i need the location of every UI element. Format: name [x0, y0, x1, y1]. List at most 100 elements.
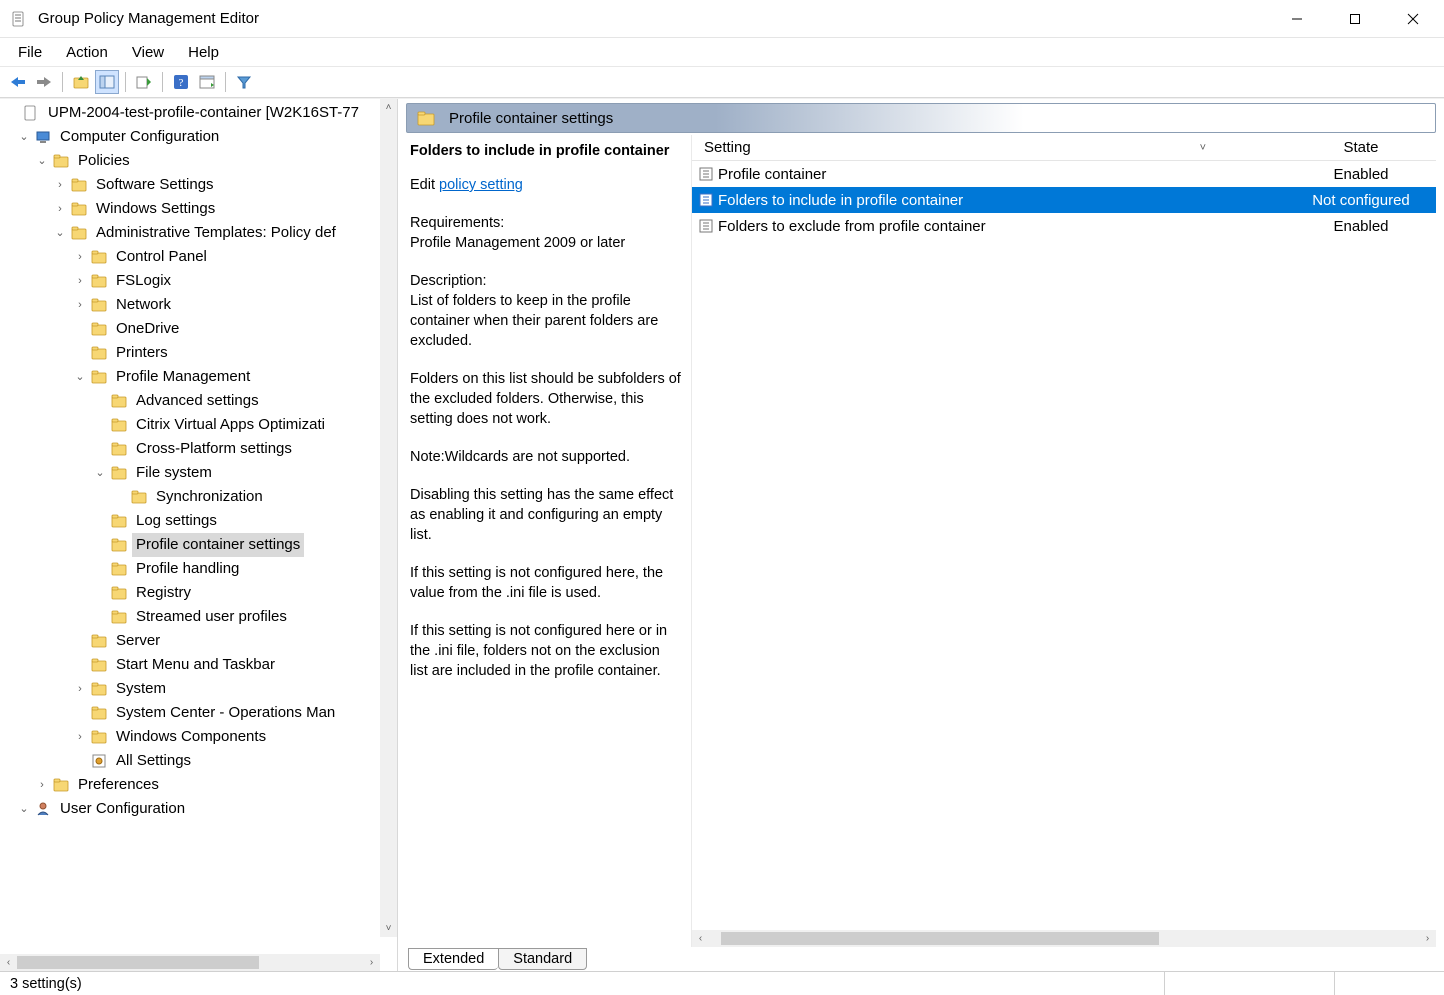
- tree-item-registry[interactable]: Registry: [4, 581, 397, 605]
- scroll-left-icon[interactable]: ‹: [692, 930, 709, 947]
- show-hide-tree-button[interactable]: [95, 70, 119, 94]
- tree-item-synchronization[interactable]: Synchronization: [4, 485, 397, 509]
- tree-label: Preferences: [74, 773, 163, 797]
- scroll-right-icon[interactable]: ›: [1419, 930, 1436, 947]
- export-list-button[interactable]: [132, 70, 156, 94]
- scroll-left-icon[interactable]: ‹: [0, 954, 17, 971]
- collapse-icon[interactable]: ⌄: [16, 125, 32, 149]
- expand-icon[interactable]: ›: [72, 725, 88, 749]
- tree-item-network[interactable]: › Network: [4, 293, 397, 317]
- tree-item-profile-handling[interactable]: Profile handling: [4, 557, 397, 581]
- collapse-icon[interactable]: ⌄: [92, 461, 108, 485]
- collapse-icon[interactable]: ⌄: [52, 221, 68, 245]
- collapse-icon[interactable]: ⌄: [72, 365, 88, 389]
- description-p1: List of folders to keep in the profile c…: [410, 293, 658, 349]
- tree-item-software-settings[interactable]: › Software Settings: [4, 173, 397, 197]
- back-button[interactable]: [6, 70, 30, 94]
- expand-icon[interactable]: ›: [72, 677, 88, 701]
- forward-button[interactable]: [32, 70, 56, 94]
- edit-policy-setting-link[interactable]: policy setting: [439, 177, 523, 193]
- refresh-panel-button[interactable]: [195, 70, 219, 94]
- tree-label: Profile container settings: [132, 533, 304, 557]
- scroll-right-icon[interactable]: ›: [363, 954, 380, 971]
- maximize-button[interactable]: [1326, 0, 1384, 38]
- tree-item-server[interactable]: Server: [4, 629, 397, 653]
- policy-item-icon: [696, 218, 716, 234]
- expand-icon[interactable]: ›: [52, 197, 68, 221]
- menu-view[interactable]: View: [122, 41, 174, 64]
- tree-horizontal-scrollbar[interactable]: ‹ ›: [0, 954, 380, 971]
- tab-standard[interactable]: Standard: [498, 948, 587, 970]
- tree-label: Start Menu and Taskbar: [112, 653, 279, 677]
- description-p2: Folders on this list should be subfolder…: [410, 369, 681, 429]
- tree-label: User Configuration: [56, 797, 189, 821]
- tree-item-start-menu[interactable]: Start Menu and Taskbar: [4, 653, 397, 677]
- folder-icon: [90, 344, 108, 362]
- expand-icon[interactable]: ›: [52, 173, 68, 197]
- expand-icon[interactable]: ›: [72, 293, 88, 317]
- collapse-icon[interactable]: ⌄: [16, 797, 32, 821]
- description-p4: Disabling this setting has the same effe…: [410, 485, 681, 545]
- tree-label: Advanced settings: [132, 389, 263, 413]
- settings-row[interactable]: Folders to include in profile container …: [692, 187, 1436, 213]
- tree-item-advanced[interactable]: Advanced settings: [4, 389, 397, 413]
- tree-item-windows-settings[interactable]: › Windows Settings: [4, 197, 397, 221]
- column-header-setting[interactable]: Setting ˅: [692, 139, 1286, 156]
- settings-row[interactable]: Folders to exclude from profile containe…: [692, 213, 1436, 239]
- tree-item-control-panel[interactable]: › Control Panel: [4, 245, 397, 269]
- tree-item-profile-management[interactable]: ⌄ Profile Management: [4, 365, 397, 389]
- tree-label: Control Panel: [112, 245, 211, 269]
- scroll-track[interactable]: [709, 930, 1419, 947]
- tree-item-computer-config[interactable]: ⌄ Computer Configuration: [4, 125, 397, 149]
- policy-tree[interactable]: UPM-2004-test-profile-container [W2K16ST…: [0, 99, 397, 823]
- tree-item-citrix-opt[interactable]: Citrix Virtual Apps Optimizati: [4, 413, 397, 437]
- menu-file[interactable]: File: [8, 41, 52, 64]
- scroll-track[interactable]: [17, 954, 363, 971]
- menu-action[interactable]: Action: [56, 41, 118, 64]
- expand-icon[interactable]: ›: [34, 773, 50, 797]
- list-horizontal-scrollbar[interactable]: ‹ ›: [692, 930, 1436, 947]
- folder-icon: [70, 200, 88, 218]
- tree-item-all-settings[interactable]: All Settings: [4, 749, 397, 773]
- tree-item-streamed[interactable]: Streamed user profiles: [4, 605, 397, 629]
- folder-up-button[interactable]: [69, 70, 93, 94]
- tree-item-admin-templates[interactable]: ⌄ Administrative Templates: Policy def: [4, 221, 397, 245]
- tree-label: Synchronization: [152, 485, 267, 509]
- tree-item-preferences[interactable]: › Preferences: [4, 773, 397, 797]
- tab-extended[interactable]: Extended: [408, 948, 498, 970]
- scroll-thumb[interactable]: [17, 956, 259, 969]
- scroll-thumb[interactable]: [721, 932, 1159, 945]
- menu-help[interactable]: Help: [178, 41, 229, 64]
- toolbar-separator: [162, 72, 163, 92]
- minimize-button[interactable]: [1268, 0, 1326, 38]
- tree-item-file-system[interactable]: ⌄ File system: [4, 461, 397, 485]
- tree-item-sccm[interactable]: System Center - Operations Man: [4, 701, 397, 725]
- scroll-down-icon[interactable]: ˅: [380, 920, 397, 937]
- tree-item-log-settings[interactable]: Log settings: [4, 509, 397, 533]
- column-header-state[interactable]: State: [1286, 139, 1436, 156]
- collapse-icon[interactable]: ⌄: [34, 149, 50, 173]
- tree-item-onedrive[interactable]: OneDrive: [4, 317, 397, 341]
- requirements-text: Profile Management 2009 or later: [410, 235, 625, 251]
- tree-item-printers[interactable]: Printers: [4, 341, 397, 365]
- tree-label: System Center - Operations Man: [112, 701, 339, 725]
- help-button[interactable]: ?: [169, 70, 193, 94]
- tree-item-policies[interactable]: ⌄ Policies: [4, 149, 397, 173]
- tree-label: OneDrive: [112, 317, 183, 341]
- expand-icon[interactable]: ›: [72, 269, 88, 293]
- expand-icon[interactable]: ›: [72, 245, 88, 269]
- app-window: Group Policy Management Editor File Acti…: [0, 0, 1444, 995]
- filter-button[interactable]: [232, 70, 256, 94]
- tree-item-fslogix[interactable]: › FSLogix: [4, 269, 397, 293]
- window-title: Group Policy Management Editor: [38, 10, 1268, 27]
- tree-item-windows-components[interactable]: › Windows Components: [4, 725, 397, 749]
- tree-item-user-config[interactable]: ⌄ User Configuration: [4, 797, 397, 821]
- tree-item-root[interactable]: UPM-2004-test-profile-container [W2K16ST…: [4, 101, 397, 125]
- scroll-up-icon[interactable]: ˄: [380, 99, 397, 116]
- settings-row[interactable]: Profile container Enabled: [692, 161, 1436, 187]
- close-button[interactable]: [1384, 0, 1442, 38]
- tree-vertical-scrollbar[interactable]: ˄ ˅: [380, 99, 397, 937]
- tree-item-cross-platform[interactable]: Cross-Platform settings: [4, 437, 397, 461]
- tree-item-profile-container-settings[interactable]: Profile container settings: [4, 533, 397, 557]
- tree-item-system[interactable]: › System: [4, 677, 397, 701]
